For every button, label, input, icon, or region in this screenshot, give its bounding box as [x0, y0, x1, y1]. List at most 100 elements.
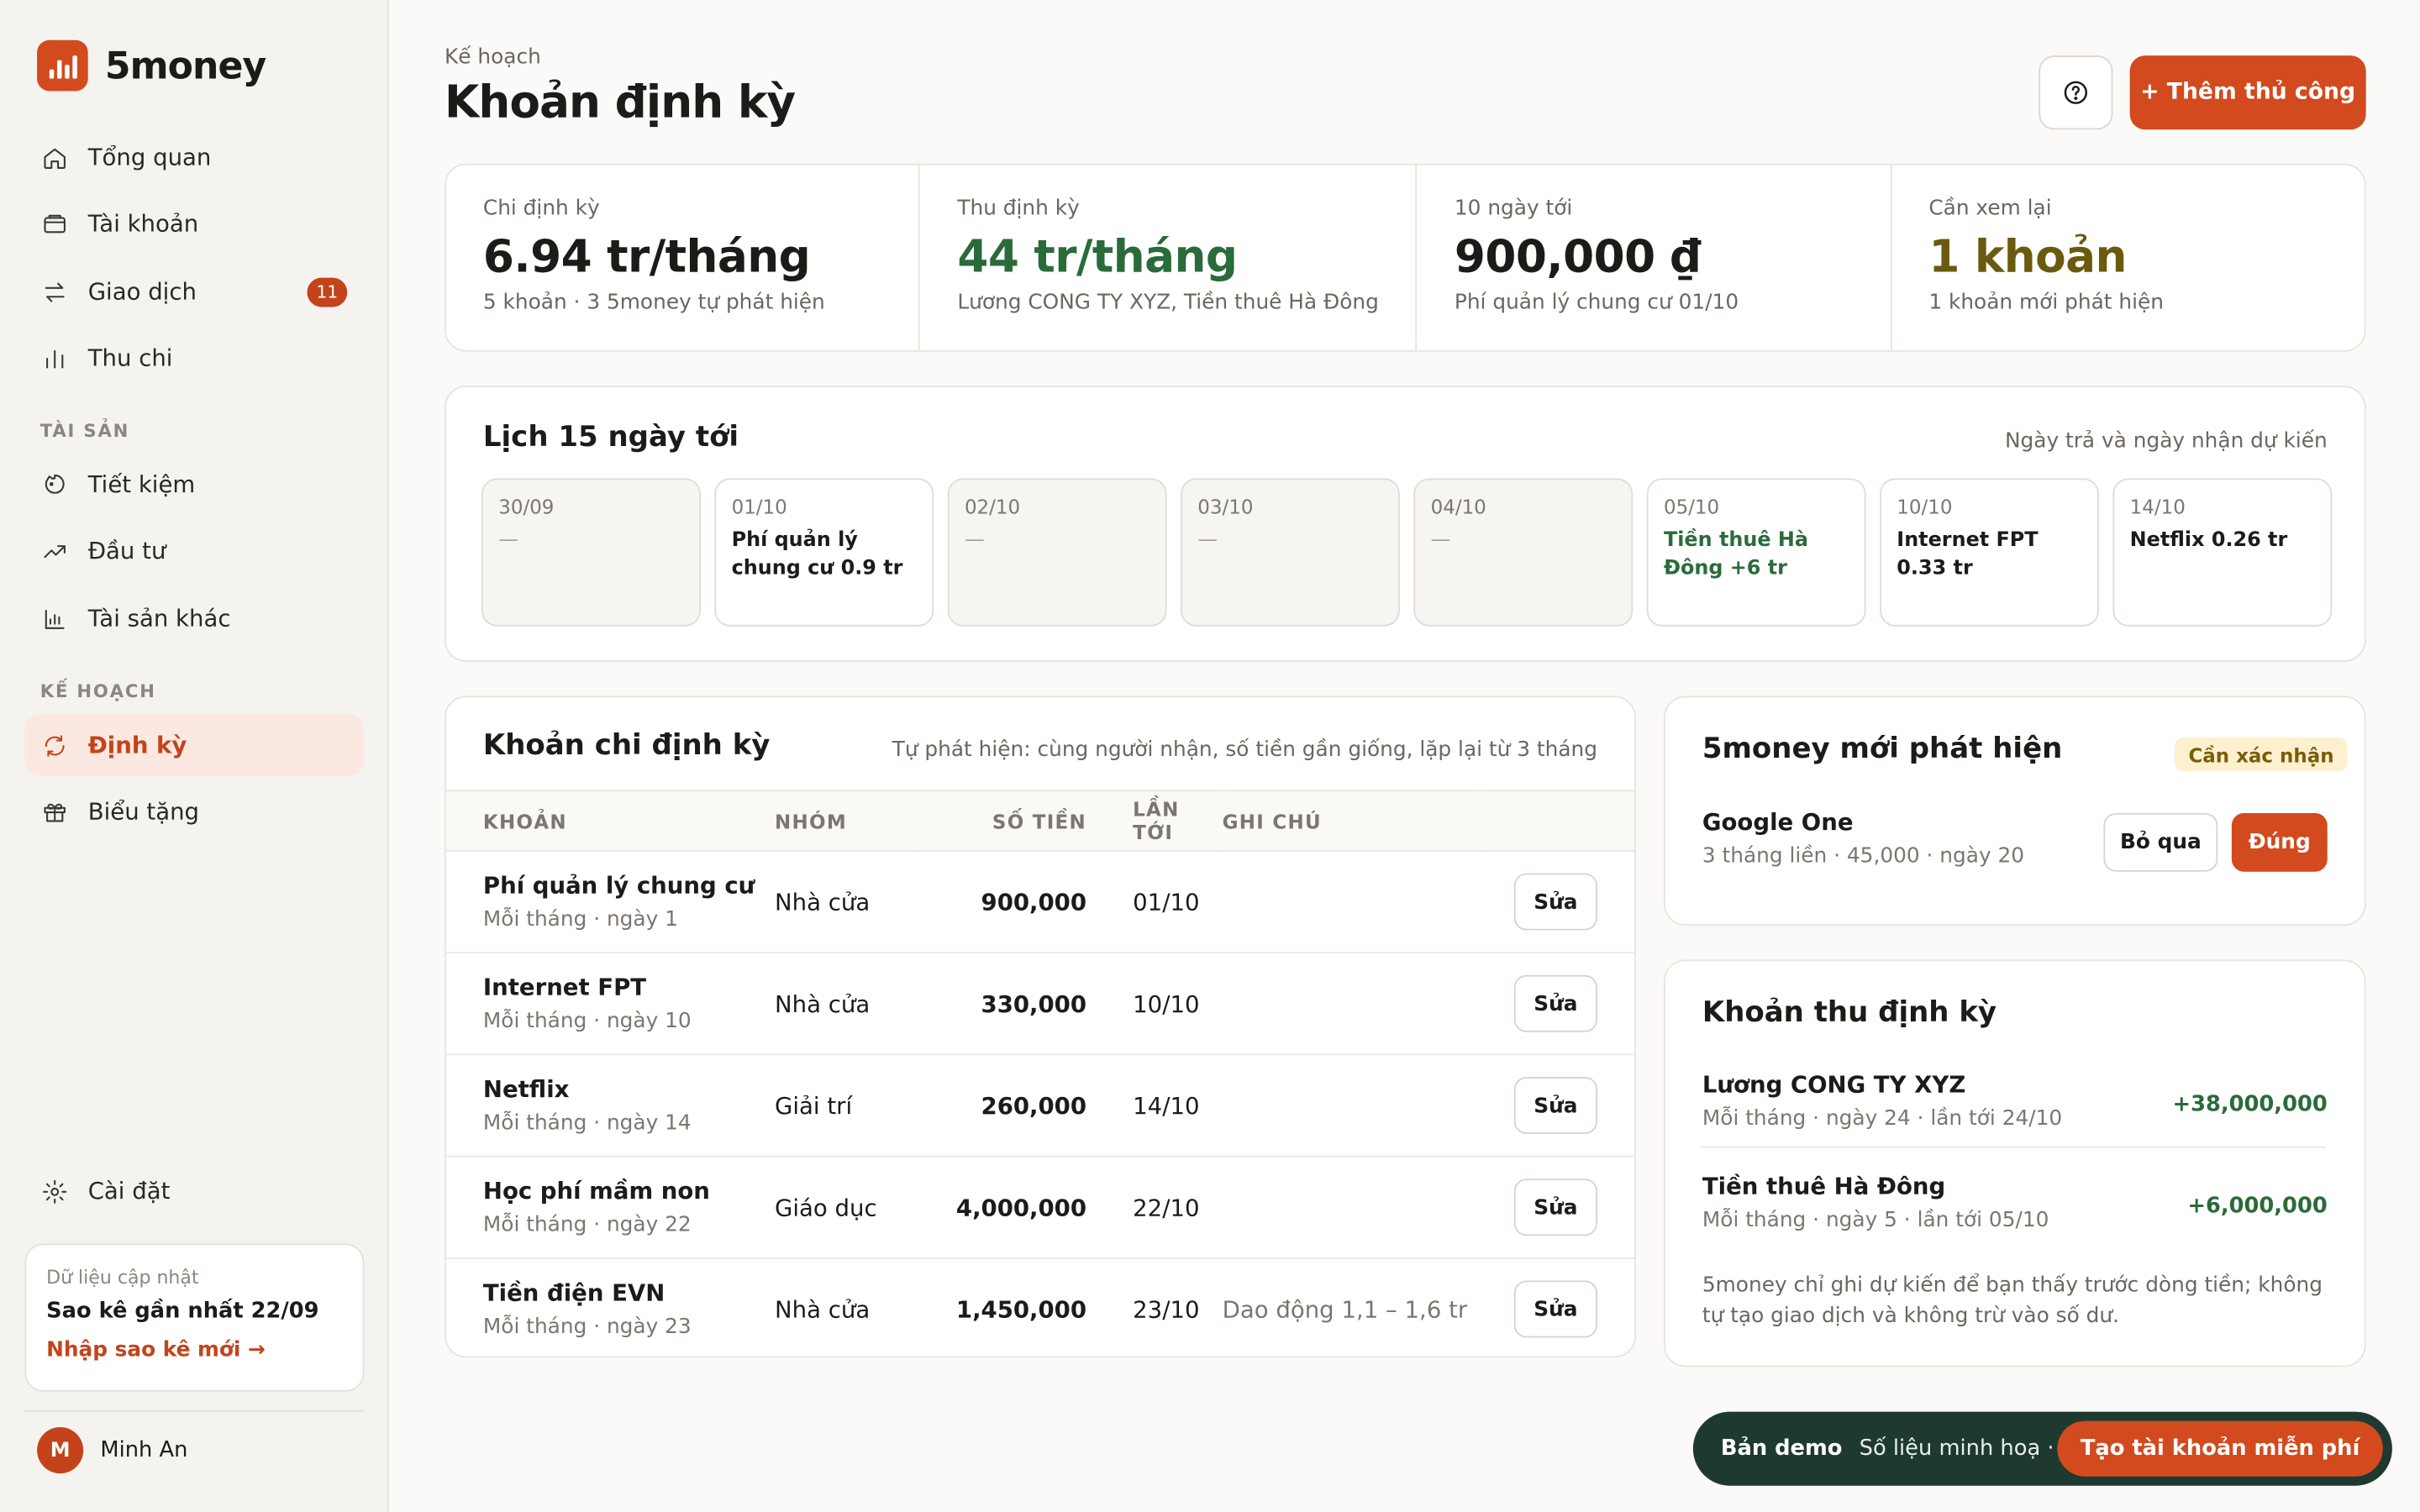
day-event: Tiền thuê Hà Đông +6 tr — [1663, 528, 1808, 580]
expense-amount: 260,000 — [913, 1054, 1087, 1158]
expense-group: Nhà cửa — [775, 1295, 871, 1324]
calendar-day[interactable]: 01/10 Phí quản lý chung cư 0.9 tr — [714, 478, 934, 627]
income-row[interactable]: Tiền thuê Hà Đông Mỗi tháng · ngày 5 · l… — [1702, 1173, 2328, 1233]
expense-name: Phí quản lý chung cư — [482, 871, 755, 900]
nav-label: Đầu tư — [87, 537, 166, 565]
calendar-title: Lịch 15 ngày tới — [482, 421, 739, 454]
nav-item-gifts[interactable]: Biểu tặng — [24, 780, 364, 842]
expense-name: Netflix — [482, 1075, 570, 1104]
calendar-day[interactable]: 02/10 — — [947, 478, 1167, 627]
nav-label: Tổng quan — [87, 143, 212, 171]
col-header: LẦN TỚI — [1086, 790, 1223, 852]
expense-name: Internet FPT — [482, 973, 647, 1002]
expenses-title: Khoản chi định kỳ — [482, 729, 771, 763]
nav-label: Định kỳ — [87, 731, 187, 759]
stat-sub: Lương CONG TY XYZ, Tiền thuê Hà Đông — [957, 290, 1379, 315]
update-title: Sao kê gần nhất 22/09 — [46, 1299, 319, 1324]
help-button[interactable] — [2039, 55, 2113, 130]
nav-item-recurring[interactable]: Định kỳ — [24, 714, 365, 776]
nav-label: Thu chi — [87, 344, 173, 372]
table-header-row: KHOẢN NHÓM SỐ TIỀN LẦN TỚI GHI CHÚ — [445, 790, 1635, 852]
transactions-count-badge: 11 — [307, 277, 348, 307]
breadcrumb: Kế hoạch — [444, 45, 541, 70]
col-header: GHI CHÚ — [1222, 790, 1481, 852]
stat-value: 6.94 tr/tháng — [482, 229, 811, 283]
expense-schedule: Mỗi tháng · ngày 14 — [482, 1110, 692, 1136]
edit-button[interactable]: Sửa — [1513, 1179, 1597, 1236]
confirm-button[interactable]: Đúng — [2231, 812, 2328, 872]
stat-needs-review: Cần xem lại 1 khoản 1 khoản mới phát hiệ… — [1891, 165, 2365, 350]
expense-next: 23/10 — [1133, 1295, 1200, 1324]
table-row[interactable]: Netflix Mỗi tháng · ngày 14 Giải trí 260,… — [445, 1054, 1635, 1158]
needs-confirmation-badge: Cần xác nhận — [2174, 737, 2349, 772]
nav-item-accounts[interactable]: Tài khoản — [24, 193, 364, 255]
nav-item-other-assets[interactable]: Tài sản khác — [24, 588, 364, 649]
user-name: Minh An — [100, 1437, 188, 1463]
table-row[interactable]: Phí quản lý chung cư Mỗi tháng · ngày 1 N… — [445, 850, 1635, 954]
chart-icon — [45, 609, 65, 628]
edit-button[interactable]: Sửa — [1513, 1280, 1597, 1338]
nav-item-income-expense[interactable]: Thu chi — [24, 327, 364, 388]
day-event: — — [498, 528, 519, 553]
update-caption: Dữ liệu cập nhật — [46, 1266, 199, 1289]
table-row[interactable]: Tiền điện EVN Mỗi tháng · ngày 23 Nhà cửa… — [446, 1258, 1634, 1360]
nav-item-settings[interactable]: Cài đặt — [24, 1160, 364, 1221]
import-statement-link[interactable]: Nhập sao kê mới → — [46, 1337, 343, 1362]
expense-note — [1222, 850, 1481, 954]
expenses-table: KHOẢN NHÓM SỐ TIỀN LẦN TỚI GHI CHÚ Phí q… — [445, 790, 1635, 1360]
col-header: KHOẢN — [445, 790, 776, 852]
stat-recurring-expense: Chi định kỳ 6.94 tr/tháng 5 khoản · 3 5m… — [446, 165, 921, 350]
stat-label: Chi định kỳ — [482, 196, 600, 221]
stat-value: 44 tr/tháng — [957, 229, 1238, 283]
dismiss-button[interactable]: Bỏ qua — [2103, 812, 2218, 872]
expense-note — [1222, 1054, 1481, 1158]
edit-button[interactable]: Sửa — [1513, 1077, 1597, 1134]
calendar-day[interactable]: 14/10 Netflix 0.26 tr — [2112, 478, 2333, 627]
income-row[interactable]: Lương CONG TY XYZ Mỗi tháng · ngày 24 · … — [1702, 1071, 2328, 1131]
calendar-days: 30/09— 01/10 Phí quản lý chung cư 0.9 tr … — [481, 478, 2333, 627]
day-date: 01/10 — [731, 495, 787, 519]
user-menu[interactable]: M Minh An — [37, 1426, 188, 1474]
recurring-icon — [45, 734, 65, 756]
home-icon — [44, 147, 66, 169]
detected-item-name: Google One — [1702, 808, 1854, 837]
calendar-day[interactable]: 05/10 Tiền thuê Hà Đông +6 tr — [1646, 478, 1866, 627]
gift-icon — [44, 802, 66, 822]
brand[interactable]: 5money — [37, 39, 266, 92]
col-header-actions — [1480, 790, 1635, 852]
col-header: SỐ TIỀN — [913, 790, 1087, 852]
add-manual-button[interactable]: + Thêm thủ công — [2129, 55, 2366, 130]
expense-amount: 1,450,000 — [955, 1295, 1087, 1324]
avatar: M — [37, 1426, 84, 1474]
calendar-day[interactable]: 04/10 — — [1413, 478, 1634, 627]
calendar-day[interactable]: 10/10 Internet FPT 0.33 tr — [1880, 478, 2099, 627]
expense-name: Học phí mầm non — [482, 1177, 710, 1205]
stat-label: 10 ngày tới — [1454, 196, 1573, 221]
col-header: NHÓM — [775, 790, 914, 852]
demo-banner: Bản demo Số liệu minh hoạ · chỉ xem Tạo … — [1692, 1411, 2392, 1486]
expense-amount: 900,000 — [913, 850, 1087, 954]
demo-label: Bản demo — [1720, 1436, 1843, 1462]
stat-value: 1 khoản — [1928, 229, 2127, 283]
stat-label: Thu định kỳ — [957, 196, 1080, 221]
stat-value: 900,000 ₫ — [1454, 229, 1702, 283]
section-heading-plan: KẾ HOẠCH — [39, 680, 156, 702]
income-divider — [1701, 1146, 2326, 1148]
nav-item-savings[interactable]: Tiết kiệm — [24, 454, 364, 515]
nav-label: Biểu tặng — [87, 797, 200, 826]
nav-item-overview[interactable]: Tổng quan — [24, 127, 364, 188]
table-row[interactable]: Học phí mầm non Mỗi tháng · ngày 22 Giáo … — [445, 1156, 1635, 1259]
nav-item-transactions[interactable]: Giao dịch 11 — [24, 260, 364, 322]
create-account-button[interactable]: Tạo tài khoản miễn phí — [2057, 1420, 2383, 1477]
edit-button[interactable]: Sửa — [1513, 974, 1597, 1032]
nav-item-investments[interactable]: Đầu tư — [24, 520, 364, 581]
calendar-day[interactable]: 03/10 — — [1181, 478, 1400, 627]
expense-group: Nhà cửa — [775, 850, 914, 954]
day-date: 14/10 — [2129, 495, 2186, 519]
nav-label: Giao dịch — [87, 277, 197, 306]
expense-note — [1222, 1156, 1481, 1259]
section-heading-assets: TÀI SẢN — [39, 419, 130, 442]
calendar-day[interactable]: 30/09 — — [481, 478, 701, 627]
edit-button[interactable]: Sửa — [1513, 873, 1597, 931]
table-row[interactable]: Internet FPT Mỗi tháng · ngày 10 Nhà cửa … — [445, 953, 1635, 1056]
